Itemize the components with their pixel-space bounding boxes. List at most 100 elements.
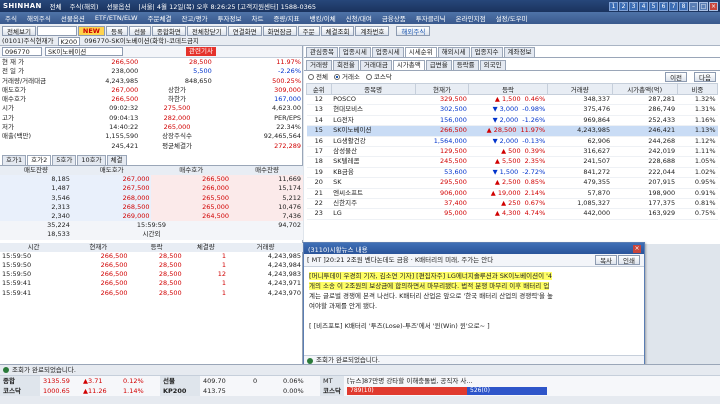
screen-num-3[interactable]: 3 — [629, 1, 638, 11]
index-label-kp200[interactable]: KP200 — [160, 386, 200, 396]
tab-orderbook-10[interactable]: 10호가 — [77, 154, 106, 165]
close-all-button[interactable]: 전체창닫기 — [186, 25, 227, 36]
table-row[interactable]: 20 SK 295,500 ▲ 2,500 0.85% 479,355 207,915 0.9… — [306, 177, 718, 189]
table-row[interactable]: 16 LG생활건강 1,564,000 ▼ 2,000 -0.13% 62,906 244,… — [306, 136, 718, 148]
screen-num-7[interactable]: 7 — [669, 1, 678, 11]
menu-online[interactable]: 온라인지점 — [451, 13, 491, 23]
table-row[interactable]: 23 LG 95,000 ▲ 4,300 4.74% 442,000 163,929 0.75… — [306, 208, 718, 220]
title-item-all[interactable]: 전체 — [50, 1, 62, 11]
tab-foreign[interactable]: 외국인 — [479, 60, 506, 70]
tab-volume[interactable]: 거래량 — [306, 60, 332, 70]
tab-ranking[interactable]: 시세순위 — [404, 47, 437, 57]
screen-num-8[interactable]: 8 — [679, 1, 688, 11]
index-label-kosdaq[interactable]: 코스닥 — [0, 386, 40, 396]
screen-num-4[interactable]: 4 — [639, 1, 648, 11]
screen-search-input[interactable] — [36, 25, 77, 36]
tab-sudden-change[interactable]: 급변율 — [425, 60, 452, 70]
screen-num-1[interactable]: 1 — [609, 1, 618, 11]
tab-turnover[interactable]: 회전율 — [332, 60, 359, 70]
lock-screen-button[interactable]: 화면잠금 — [262, 25, 297, 36]
new-badge[interactable]: NEW — [77, 25, 105, 36]
menu-etf[interactable]: ETF/ETN/ELW — [90, 14, 143, 22]
ask-price[interactable]: 267,000 — [71, 175, 152, 185]
menu-chart[interactable]: 차트 — [246, 13, 268, 23]
screen-num-6[interactable]: 6 — [659, 1, 668, 11]
table-row[interactable]: 18 SK텔레콤 245,500 ▲ 5,500 2.35% 241,507 228,688… — [306, 156, 718, 168]
screen-num-5[interactable]: 5 — [649, 1, 658, 11]
table-row[interactable]: 14 LG전자 156,000 ▼ 2,000 -1.26% 969,864 252,433… — [306, 115, 718, 127]
tab-change-rate[interactable]: 등락률 — [452, 60, 479, 70]
tab-orderbook-2[interactable]: 호가2 — [27, 154, 52, 165]
table-row[interactable]: 13 현대모비스 302,500 ▼ 3,000 -0.98% 375,476 286,74… — [306, 104, 718, 116]
close-icon[interactable]: × — [633, 244, 641, 253]
bid-price[interactable]: 265,500 — [151, 193, 232, 203]
tab-sector-index[interactable]: 업종지수 — [470, 47, 503, 57]
title-item-stock[interactable]: 주식(해외) — [70, 1, 99, 11]
index-label-kospi[interactable]: 종합 — [0, 376, 40, 386]
tab-orderbook-fills[interactable]: 체결 — [106, 154, 127, 165]
screen-num-2[interactable]: 2 — [619, 1, 628, 11]
stock-name-field[interactable]: SK이노베이션 — [45, 47, 123, 56]
minimize-icon[interactable]: – — [689, 1, 698, 11]
register-button[interactable]: 등록 — [105, 25, 128, 36]
table-row[interactable]: 12 POSCO 329,500 ▲ 1,500 0.46% 348,337 287,281… — [306, 94, 718, 106]
overseas-stock-button[interactable]: 해외주식 — [396, 25, 431, 36]
prev-button[interactable]: 이전 — [665, 72, 688, 82]
account-number-button[interactable]: 계좌번호 — [355, 25, 390, 36]
table-row[interactable]: 19 KB금융 53,600 ▼ 1,500 -2.72% 841,272 222,044 1… — [306, 167, 718, 179]
menu-balance[interactable]: 잔고/평가 — [176, 13, 212, 23]
tab-overseas[interactable]: 해외시세 — [437, 47, 470, 57]
table-row[interactable]: 17 삼성물산 129,500 ▲ 500 0.39% 316,627 242,019 1.1… — [306, 146, 718, 158]
menu-order[interactable]: 주문체결 — [143, 13, 177, 23]
bid-price[interactable]: 264,500 — [151, 211, 232, 222]
print-button[interactable]: 인쇄 — [618, 255, 640, 265]
close-icon[interactable]: × — [709, 1, 718, 11]
filter-all[interactable]: 전체 — [308, 73, 328, 82]
bid-price[interactable]: 265,000 — [151, 202, 232, 212]
bid-price[interactable]: 266,500 — [151, 175, 232, 185]
menu-indicator[interactable]: 증량/지표 — [268, 13, 304, 23]
menu-overseas[interactable]: 해외주식 — [22, 13, 56, 23]
menu-settings[interactable]: 설정/도우미 — [491, 13, 533, 23]
next-button[interactable]: 다음 — [694, 72, 716, 82]
fill-inquiry-button[interactable]: 체결조회 — [320, 25, 355, 36]
tab-watchlist[interactable]: 관심종목 — [306, 47, 338, 57]
linked-screen-button[interactable]: 연결화면 — [227, 25, 262, 36]
table-row[interactable]: 21 엔씨소프트 906,000 ▲ 19,000 2.14% 57,870 198,900… — [306, 188, 718, 200]
tab-market-cap[interactable]: 시가총액 — [392, 60, 425, 70]
filter-exchange[interactable]: 거래소 — [333, 73, 360, 82]
menu-banking[interactable]: 뱅킹/이체 — [305, 13, 341, 23]
menu-clinic[interactable]: 투자클리닉 — [411, 13, 451, 23]
menu-stock[interactable]: 주식 — [0, 13, 22, 23]
tab-sector-2[interactable]: 업종시세 — [371, 47, 404, 57]
stock-code-input[interactable]: 096770 — [2, 47, 42, 56]
tab-sector-1[interactable]: 업종시세 — [338, 47, 371, 57]
order-button[interactable]: 주문 — [297, 25, 320, 36]
related-news-button[interactable]: 관련기사 — [186, 47, 216, 56]
tab-orderbook-5[interactable]: 5호가 — [52, 154, 77, 165]
table-row[interactable]: 22 신한지주 37,400 ▲ 250 0.67% 1,085,327 177,375 0.… — [306, 198, 718, 210]
maximize-icon[interactable]: □ — [699, 1, 708, 11]
ask-price[interactable]: 268,500 — [71, 202, 152, 212]
tab-account[interactable]: 계좌정보 — [503, 47, 536, 57]
index-label-futures[interactable]: 선물 — [160, 376, 200, 386]
menu-apply[interactable]: 신청/대여 — [341, 13, 377, 23]
title-item-futures[interactable]: 선물옵션 — [107, 1, 131, 11]
futures-select[interactable]: 선물 — [128, 25, 151, 36]
k200-field[interactable]: K200 — [57, 37, 81, 46]
ask-price[interactable]: 267,500 — [71, 184, 152, 194]
menu-products[interactable]: 금융상품 — [377, 13, 411, 23]
ask-price[interactable]: 269,000 — [71, 211, 152, 222]
bid-price[interactable]: 266,000 — [151, 184, 232, 194]
ask-price[interactable]: 268,000 — [71, 193, 152, 203]
menu-futures[interactable]: 선물옵션 — [56, 13, 90, 23]
tab-trade-value[interactable]: 거래대금 — [359, 60, 392, 70]
news-ticker[interactable]: [뉴스]87만명 강타할 이해충돌법, 공직자 사... — [344, 376, 720, 386]
filter-kosdaq[interactable]: 코스닥 — [365, 73, 392, 82]
view-all-button[interactable]: 전체보기 — [2, 25, 36, 36]
tab-orderbook-1[interactable]: 호가1 — [2, 154, 27, 165]
copy-button[interactable]: 복사 — [595, 255, 618, 265]
menu-info[interactable]: 투자정보 — [213, 13, 247, 23]
composite-screen-button[interactable]: 종합화면 — [151, 25, 186, 36]
table-row[interactable]: 15 SK이노베이션 266,500 ▲ 28,500 11.97% 4,243,985 2… — [306, 125, 718, 137]
